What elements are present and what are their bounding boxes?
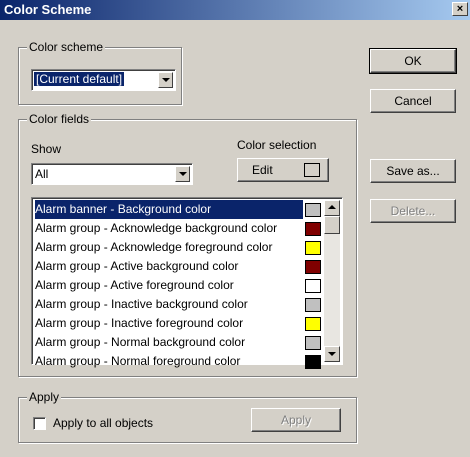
edit-label: Edit: [252, 163, 273, 177]
color-swatch: [305, 260, 321, 274]
current-color-swatch: [304, 163, 320, 177]
save-as-button[interactable]: Save as...: [370, 159, 456, 183]
dropdown-arrow-button[interactable]: [158, 72, 173, 88]
list-item[interactable]: Alarm group - Active foreground color: [35, 276, 303, 295]
chevron-down-icon: [162, 78, 170, 82]
show-dropdown-arrow[interactable]: [175, 166, 190, 182]
color-fields-group: Color fields Show All Color selection Ed…: [18, 112, 357, 377]
list-scrollbar[interactable]: [324, 200, 340, 362]
close-button[interactable]: ×: [452, 2, 468, 16]
list-item[interactable]: Alarm banner - Background color: [35, 200, 303, 219]
list-item[interactable]: Alarm group - Normal background color: [35, 333, 303, 352]
color-scheme-group: Color scheme [Current default]: [18, 40, 182, 105]
color-swatch: [305, 317, 321, 331]
color-swatch: [305, 203, 321, 217]
edit-color-button[interactable]: Edit: [237, 158, 329, 182]
apply-legend: Apply: [27, 390, 62, 404]
list-item[interactable]: Alarm group - Acknowledge foreground col…: [35, 238, 303, 257]
color-swatch: [305, 241, 321, 255]
color-scheme-selected: [Current default]: [32, 71, 126, 87]
list-item[interactable]: Alarm group - Inactive foreground color: [35, 314, 303, 333]
show-selected: All: [35, 167, 49, 181]
close-icon: ×: [456, 3, 464, 15]
chevron-up-icon: [328, 205, 336, 209]
scroll-thumb[interactable]: [324, 216, 340, 234]
window-title: Color Scheme: [4, 2, 92, 17]
list-item[interactable]: Alarm group - Normal foreground color: [35, 352, 303, 371]
color-swatch: [305, 222, 321, 236]
delete-button[interactable]: Delete...: [370, 199, 456, 223]
color-scheme-dialog: Color Scheme × Color scheme [Current def…: [0, 0, 470, 457]
list-item[interactable]: Alarm group - Active background color: [35, 257, 303, 276]
scroll-down-button[interactable]: [324, 346, 340, 362]
show-label: Show: [31, 142, 62, 156]
scroll-up-button[interactable]: [324, 200, 340, 216]
color-swatch: [305, 355, 321, 369]
list-item[interactable]: Alarm group - Inactive background color: [35, 295, 303, 314]
color-swatch: [305, 279, 321, 293]
apply-button[interactable]: Apply: [251, 408, 341, 432]
show-dropdown[interactable]: All: [31, 163, 193, 185]
color-scheme-legend: Color scheme: [27, 40, 106, 54]
chevron-down-icon: [328, 352, 336, 356]
color-swatch: [305, 336, 321, 350]
ok-button[interactable]: OK: [369, 48, 457, 74]
apply-to-all-label[interactable]: Apply to all objects: [53, 416, 153, 430]
color-fields-legend: Color fields: [27, 112, 92, 126]
color-selection-label: Color selection: [237, 138, 317, 152]
color-fields-list[interactable]: Alarm banner - Background color Alarm gro…: [31, 197, 343, 369]
title-bar[interactable]: Color Scheme ×: [0, 0, 470, 20]
color-swatch: [305, 298, 321, 312]
list-item[interactable]: Alarm group - Acknowledge background col…: [35, 219, 303, 238]
apply-group: Apply Apply to all objects Apply: [18, 390, 357, 443]
chevron-down-icon: [179, 172, 187, 176]
cancel-button[interactable]: Cancel: [370, 89, 456, 113]
color-scheme-dropdown[interactable]: [Current default]: [31, 69, 176, 91]
apply-to-all-checkbox[interactable]: [33, 417, 46, 430]
